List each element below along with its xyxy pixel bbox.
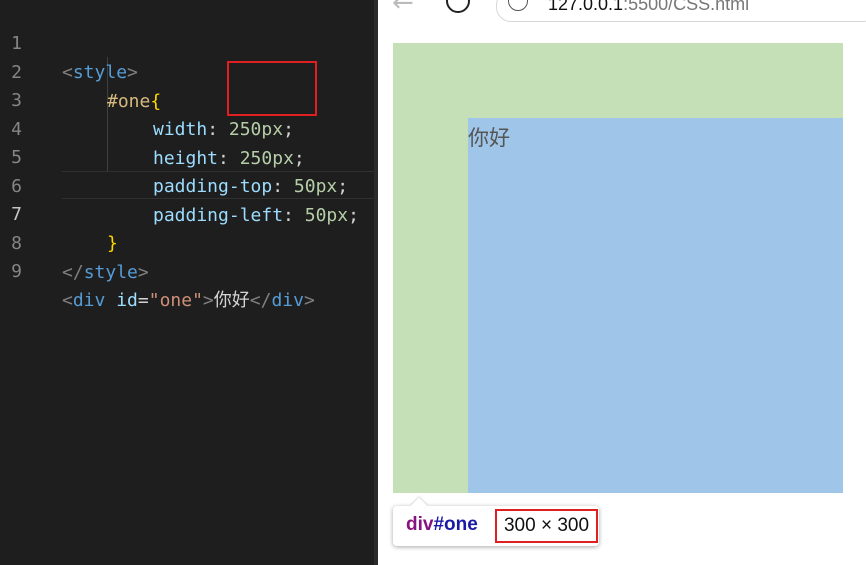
attr-value: "one": [148, 290, 203, 311]
highlight-box: [227, 61, 317, 116]
tooltip-size: 300 × 300: [495, 509, 598, 543]
punct: >: [303, 290, 315, 311]
punct: <: [62, 290, 73, 311]
line-number: 9: [11, 261, 22, 282]
code-line-4[interactable]: 4 height: 250px;: [0, 86, 374, 169]
browser-window: ← 127.0.0.1:5500/CSS.html 你好 div#one 300…: [378, 0, 866, 565]
url-path: :5500/CSS.html: [623, 0, 750, 14]
tag-name: div: [271, 290, 304, 311]
code-editor[interactable]: 1 <style> 2 #one{ 3 width: 250px; 4 heig…: [0, 0, 374, 565]
div-one-padding-area[interactable]: 你好: [393, 43, 843, 493]
punct: =: [137, 290, 149, 311]
arrow-left-icon[interactable]: ←: [392, 0, 414, 18]
code-line-3[interactable]: 3 width: 250px;: [0, 57, 374, 140]
inspect-tooltip: div#one 300 × 300: [393, 497, 599, 546]
code-line-9[interactable]: 9 <div id="one">你好</div>: [0, 228, 374, 311]
punct: </: [249, 290, 272, 311]
div-one-content-area: 你好: [468, 118, 843, 493]
tag-name: div: [72, 290, 106, 311]
hello-text: 你好: [468, 126, 510, 150]
code-line-5[interactable]: 5 padding-top: 50px;: [0, 114, 374, 197]
code-line-6[interactable]: 6 padding-left: 50px;: [0, 143, 374, 226]
browser-toolbar: ← 127.0.0.1:5500/CSS.html: [378, 0, 866, 25]
url-host: 127.0.0.1: [548, 0, 624, 14]
url-text: 127.0.0.1:5500/CSS.html: [548, 0, 749, 15]
code-line-2[interactable]: 2 #one{: [0, 29, 374, 112]
code-line-8[interactable]: 8 </style>: [0, 200, 374, 283]
tag-name: style: [83, 262, 138, 283]
tooltip-tag: div: [406, 514, 434, 535]
attr-name: id: [116, 290, 138, 311]
tooltip-arrow: [410, 497, 428, 515]
reload-icon[interactable]: [446, 0, 470, 13]
punct: >: [202, 290, 214, 311]
code-line-7[interactable]: 7 }: [0, 171, 374, 254]
punct: </: [62, 262, 84, 283]
punct: >: [137, 262, 149, 283]
tooltip-element-name: div#one: [406, 514, 478, 536]
page-viewport: 你好 div#one 300 × 300: [382, 32, 866, 565]
text-content: 你好: [213, 290, 250, 311]
tooltip-id: #one: [433, 514, 478, 535]
code-line-1[interactable]: 1 <style>: [0, 0, 374, 83]
